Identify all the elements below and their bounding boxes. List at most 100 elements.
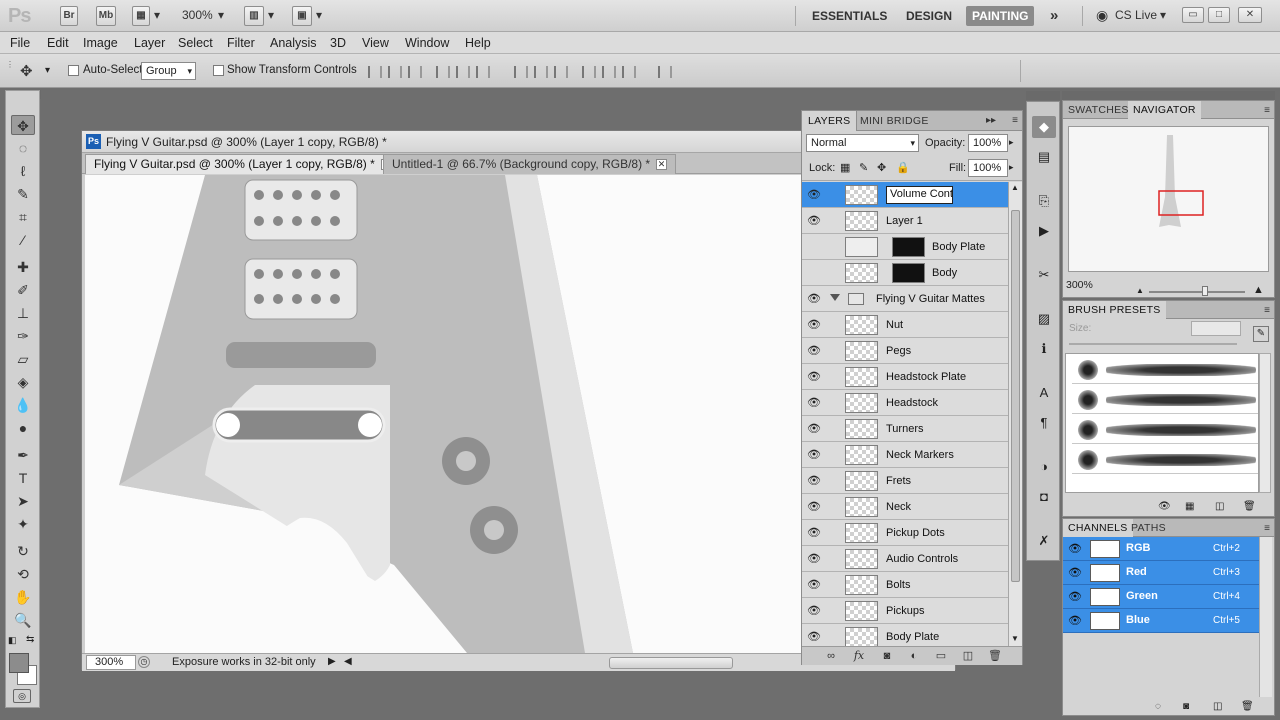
show-transform-checkbox[interactable] [213,65,224,76]
new-layer-icon[interactable]: ◫ [961,649,975,663]
character-panel-icon[interactable]: A [1032,382,1056,404]
menu-image[interactable]: Image [83,36,118,50]
menu-3d[interactable]: 3D [330,36,346,50]
distribute-bottom-icon[interactable] [554,66,568,78]
menu-filter[interactable]: Filter [227,36,255,50]
panel-menu-icon[interactable]: ≡ [1264,523,1270,534]
clone-source-panel-icon[interactable]: ⎘ [1032,190,1056,212]
layer-mask-thumbnail[interactable] [892,263,925,283]
fx-icon[interactable]: fx [852,649,866,663]
layer-group-flying-v-guitar-mattes[interactable]: 👁 Flying V Guitar Mattes [802,286,1008,312]
navigator-preview[interactable] [1068,126,1269,272]
dock-collapse-bar[interactable] [1026,91,1060,100]
chevron-down-icon[interactable]: ▾ [154,8,160,22]
eye-icon[interactable]: 👁 [807,526,821,540]
shape-tool-icon[interactable]: ✦ [11,514,35,534]
eraser-tool-icon[interactable]: ▱ [11,349,35,369]
tools-panel-icon[interactable]: ✗ [1032,530,1056,552]
arrange-documents-button[interactable]: ▥ [244,6,264,26]
masks-panel-icon[interactable]: ◘ [1032,486,1056,508]
panel-menu-icon[interactable]: ≡ [1264,105,1270,116]
menu-window[interactable]: Window [405,36,449,50]
eye-icon[interactable]: 👁 [807,188,821,202]
tab-navigator[interactable]: NAVIGATOR [1128,101,1201,119]
chevron-down-icon[interactable]: ▾ [268,8,274,22]
mini-bridge-button[interactable]: Mb [96,6,116,26]
view-extras-button[interactable]: ▦ [132,6,150,26]
hand-tool-icon[interactable]: ✋ [11,587,35,607]
maximize-button[interactable]: □ [1208,7,1230,23]
eye-icon[interactable]: 👁 [807,474,821,488]
layers-scrollbar[interactable]: ▲ ▼ [1008,182,1022,646]
tab-paths[interactable]: PATHS [1126,519,1171,537]
blend-mode-dropdown[interactable]: Normal ▾ [806,134,919,152]
status-info-icon[interactable]: ◷ [138,656,150,668]
zoom-out-icon[interactable]: ▲ [1136,286,1144,295]
brush-preset-row[interactable] [1072,446,1258,474]
new-preset-icon[interactable]: ◫ [1215,501,1224,512]
3d-rotate-tool-icon[interactable]: ↻ [11,541,35,561]
layer-row-bolts[interactable]: 👁 Bolts [802,572,1008,598]
brush-list-scrollbar[interactable] [1259,353,1271,493]
layer-row-pickup-dots[interactable]: 👁 Pickup Dots [802,520,1008,546]
mini-bridge-panel-icon[interactable]: ▤ [1032,146,1056,168]
chevron-down-icon[interactable]: ▾ [45,65,50,76]
load-selection-icon[interactable]: ◌ [1155,701,1161,712]
eyedropper-tool-icon[interactable]: ⁄ [11,230,35,250]
channel-row-blue[interactable]: 👁 Blue Ctrl+5 [1063,609,1259,633]
layer-name-edit-field[interactable]: Volume Cont [886,186,953,204]
workspace-design[interactable]: DESIGN [900,6,958,26]
default-colors-icon[interactable]: ◧ [8,635,18,645]
workspace-essentials[interactable]: ESSENTIALS [806,6,893,26]
auto-align-icon[interactable] [658,66,672,78]
layer-row-headstock-plate[interactable]: 👁 Headstock Plate [802,364,1008,390]
more-workspaces-icon[interactable]: » [1044,6,1064,26]
right-dock-collapse-bar[interactable] [1062,91,1275,100]
tab-brush-presets[interactable]: BRUSH PRESETS [1063,301,1166,319]
layer-row-volume-cont[interactable]: 👁 Volume Cont [802,182,1008,208]
panel-menu-icon[interactable]: ≡ [1264,305,1270,316]
tab-channels[interactable]: CHANNELS [1063,519,1133,537]
channel-row-red[interactable]: 👁 Red Ctrl+3 [1063,561,1259,585]
brush-panel-toggle-icon[interactable]: ✎ [1253,326,1269,342]
fill-field[interactable]: 100% [968,159,1008,177]
lock-position-icon[interactable]: ✥ [877,161,886,174]
menu-layer[interactable]: Layer [134,36,165,50]
menu-file[interactable]: File [10,36,30,50]
align-top-icon[interactable] [368,66,382,78]
scroll-down-icon[interactable]: ▼ [1011,634,1019,643]
crop-tool-icon[interactable]: ⌗ [11,207,35,227]
distribute-vertical-center-icon[interactable] [534,66,548,78]
lock-transparent-icon[interactable]: ▦ [840,161,850,174]
scrollbar-thumb[interactable] [1011,210,1020,582]
eye-icon[interactable]: 👁 [807,578,821,592]
bridge-button[interactable]: Br [60,6,78,26]
trash-icon[interactable]: 🗑 [988,649,1002,663]
new-group-icon[interactable]: ▭ [934,649,948,663]
panel-menu-icon[interactable]: ≡ [1012,115,1018,126]
zoom-field[interactable]: 300% [86,655,136,670]
type-tool-icon[interactable]: T [11,468,35,488]
marquee-tool-icon[interactable]: ◌ [11,138,35,158]
opacity-slider-arrow-icon[interactable]: ▸ [1009,137,1014,148]
layer-row-neck[interactable]: 👁 Neck [802,494,1008,520]
channels-scrollbar[interactable] [1259,537,1272,697]
distribute-left-icon[interactable] [582,66,596,78]
close-icon[interactable]: ✕ [656,159,668,171]
blur-tool-icon[interactable]: 💧 [11,395,35,415]
layer-row-body[interactable]: 👁 Body [802,260,1008,286]
layer-row-neck-markers[interactable]: 👁 Neck Markers [802,442,1008,468]
layer-row-turners[interactable]: 👁 Turners [802,416,1008,442]
size-field[interactable] [1191,321,1241,336]
chevron-down-icon[interactable]: ▾ [316,8,322,22]
quick-selection-tool-icon[interactable]: ✎ [11,184,35,204]
align-horizontal-center-icon[interactable] [456,66,470,78]
menu-view[interactable]: View [362,36,389,50]
brush-preset-row[interactable] [1072,356,1258,384]
horizontal-scrollbar-thumb[interactable] [609,657,733,669]
info-panel-icon[interactable]: ℹ [1032,338,1056,360]
layer-mask-thumbnail[interactable] [892,237,925,257]
align-vertical-center-icon[interactable] [388,66,402,78]
eye-icon[interactable]: 👁 [1068,566,1082,580]
opacity-field[interactable]: 100% [968,134,1008,152]
